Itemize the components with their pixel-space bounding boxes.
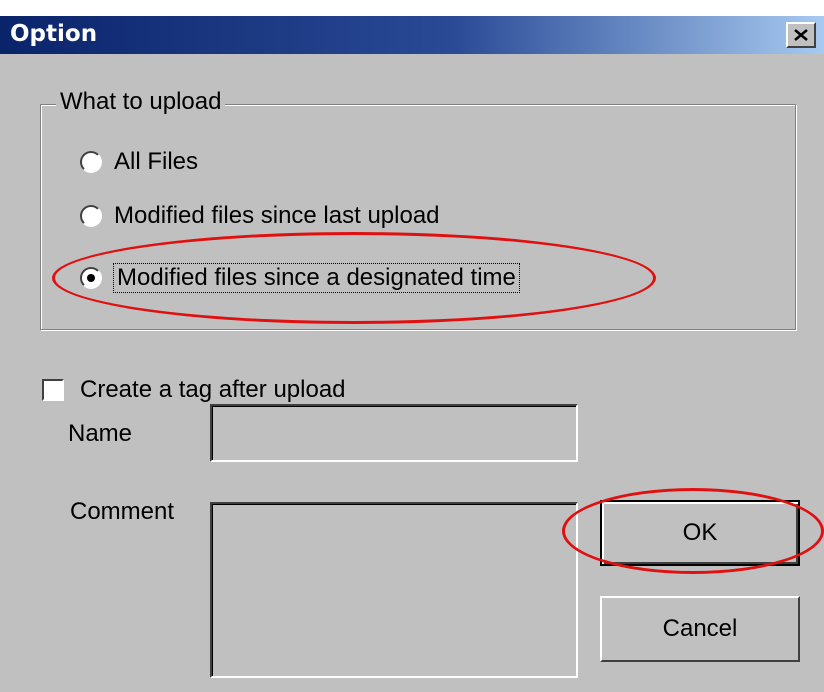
ok-button[interactable]: OK — [600, 500, 800, 566]
radio-label: All Files — [114, 148, 199, 175]
radio-button[interactable] — [80, 205, 102, 227]
group-legend: What to upload — [56, 88, 226, 116]
radio-label: Modified files since a designated time — [113, 263, 520, 293]
radio-button-selected[interactable] — [80, 267, 102, 289]
radio-button[interactable] — [80, 151, 102, 173]
ok-label: OK — [682, 519, 718, 546]
radio-label: Modified files since last upload — [114, 202, 440, 229]
checkbox-label: Create a tag after upload — [80, 376, 346, 403]
create-tag-checkbox-row[interactable]: Create a tag after upload — [42, 376, 346, 404]
dialog-title: Option — [10, 21, 98, 47]
close-icon — [794, 29, 808, 41]
create-tag-checkbox[interactable] — [42, 379, 64, 401]
option-dialog: Option What to upload All Files Modified… — [0, 16, 824, 692]
name-field[interactable] — [210, 404, 578, 462]
radio-modified-since-last[interactable]: Modified files since last upload — [80, 202, 440, 230]
radio-dot — [87, 274, 95, 282]
radio-modified-since-designated[interactable]: Modified files since a designated time — [80, 263, 520, 293]
comment-field[interactable] — [210, 502, 578, 678]
title-bar: Option — [0, 16, 824, 54]
comment-label: Comment — [70, 498, 175, 525]
cancel-label: Cancel — [662, 615, 738, 642]
name-label: Name — [68, 420, 133, 447]
radio-all-files[interactable]: All Files — [80, 148, 198, 176]
close-button[interactable] — [786, 22, 816, 48]
cancel-button[interactable]: Cancel — [600, 596, 800, 662]
